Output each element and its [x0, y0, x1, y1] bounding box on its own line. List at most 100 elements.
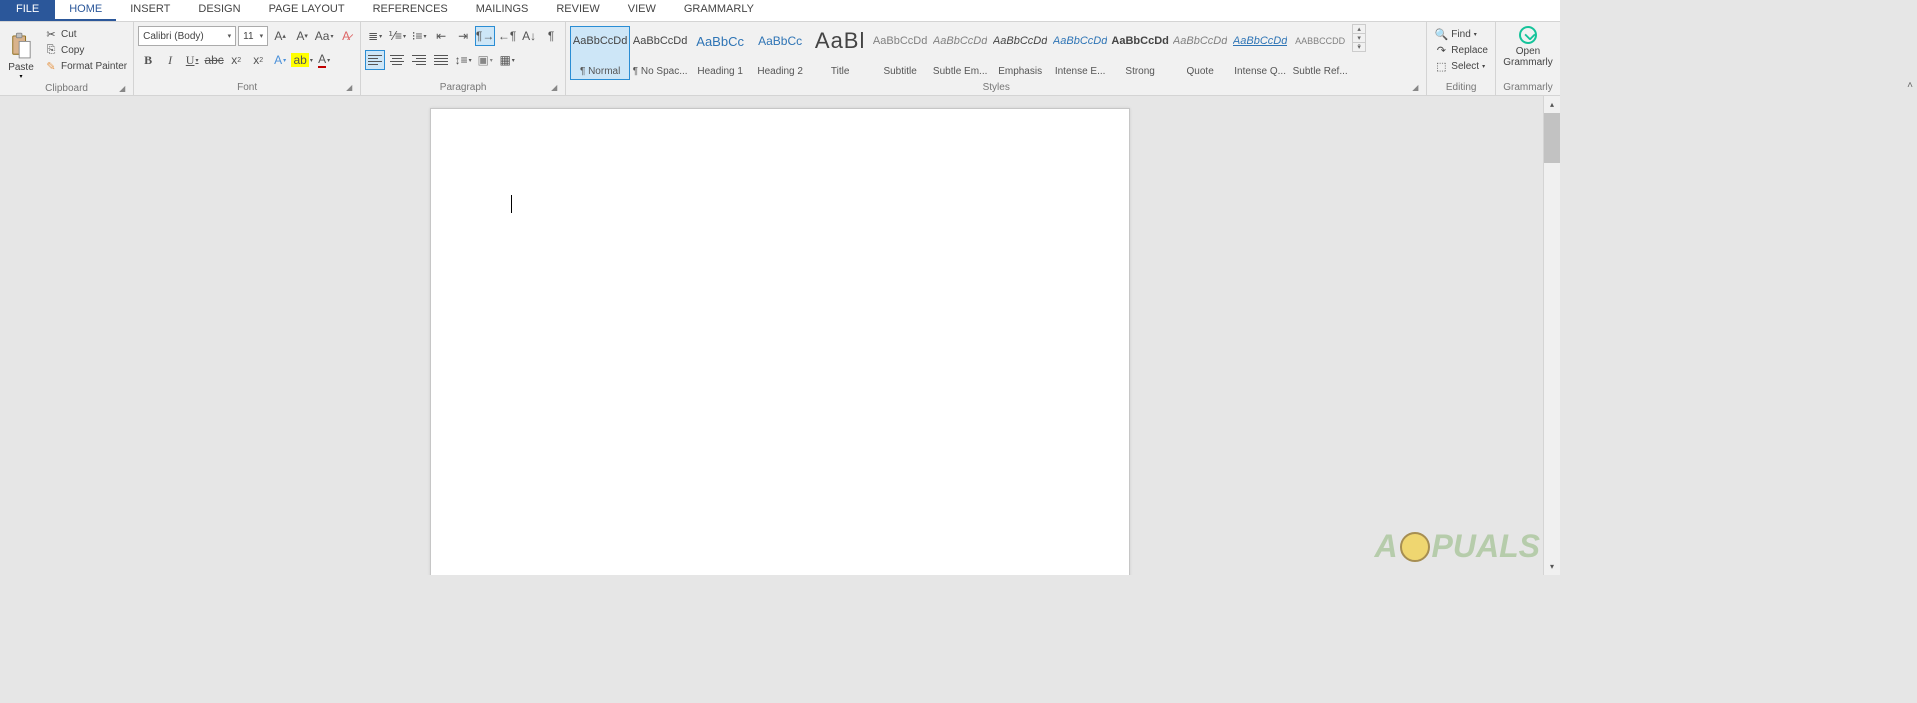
- italic-button[interactable]: I: [160, 50, 180, 70]
- style-name: Subtitle: [883, 66, 916, 77]
- line-spacing-button[interactable]: ↕≡▾: [453, 50, 473, 70]
- paragraph-launcher[interactable]: ◢: [549, 83, 559, 93]
- find-icon: 🔍: [1434, 27, 1448, 41]
- font-launcher[interactable]: ◢: [344, 83, 354, 93]
- text-effects-button[interactable]: A▾: [270, 50, 290, 70]
- increase-indent-button[interactable]: ⇥: [453, 26, 473, 46]
- select-icon: ⬚: [1434, 59, 1448, 73]
- paste-button[interactable]: Paste ▾: [4, 24, 38, 82]
- format-painter-button[interactable]: ✎Format Painter: [42, 58, 129, 74]
- tab-view[interactable]: VIEW: [614, 0, 670, 21]
- decrease-indent-button[interactable]: ⇤: [431, 26, 451, 46]
- watermark-logo: APUALS: [1374, 528, 1540, 565]
- scroll-down-button[interactable]: ▾: [1544, 558, 1560, 575]
- styles-scroll-up[interactable]: ▴: [1353, 25, 1365, 34]
- styles-expand[interactable]: ▾̄: [1353, 43, 1365, 51]
- align-right-button[interactable]: [409, 50, 429, 70]
- font-size-combo[interactable]: 11▾: [238, 26, 268, 46]
- tab-strip: FILE HOME INSERT DESIGN PAGE LAYOUT REFE…: [0, 0, 1560, 22]
- find-button[interactable]: 🔍Find▾: [1431, 26, 1491, 42]
- tab-grammarly[interactable]: GRAMMARLY: [670, 0, 768, 21]
- vertical-scrollbar: ▴ ▾: [1543, 96, 1560, 575]
- style-tile-intense-e-[interactable]: AaBbCcDdIntense E...: [1050, 26, 1110, 80]
- style-name: Subtle Ref...: [1293, 66, 1348, 77]
- rtl-text-direction-button[interactable]: ←¶: [497, 26, 517, 46]
- scroll-up-button[interactable]: ▴: [1544, 96, 1560, 113]
- cut-button[interactable]: ✂Cut: [42, 26, 129, 42]
- style-tile-subtle-ref-[interactable]: AABBCCDDSubtle Ref...: [1290, 26, 1350, 80]
- underline-button[interactable]: U▾: [182, 50, 202, 70]
- select-button[interactable]: ⬚Select▾: [1431, 58, 1491, 74]
- styles-scroll-down[interactable]: ▾: [1353, 34, 1365, 43]
- style-tile-heading-2[interactable]: AaBbCcHeading 2: [750, 26, 810, 80]
- tab-home[interactable]: HOME: [55, 0, 116, 21]
- style-tile-heading-1[interactable]: AaBbCcHeading 1: [690, 26, 750, 80]
- style-name: Intense E...: [1055, 66, 1106, 77]
- style-tile--no-spac-[interactable]: AaBbCcDd¶ No Spac...: [630, 26, 690, 80]
- style-name: ¶ No Spac...: [633, 66, 688, 77]
- grow-font-button[interactable]: A▴: [270, 26, 290, 46]
- tab-file[interactable]: FILE: [0, 0, 55, 21]
- align-left-button[interactable]: [365, 50, 385, 70]
- document-page[interactable]: [430, 108, 1130, 575]
- tab-review[interactable]: REVIEW: [542, 0, 613, 21]
- paste-icon: [10, 32, 32, 60]
- show-hide-button[interactable]: ¶: [541, 26, 561, 46]
- copy-icon: ⎘: [44, 43, 58, 57]
- shrink-font-button[interactable]: A▾: [292, 26, 312, 46]
- style-tile-subtitle[interactable]: AaBbCcDd Subtitle: [870, 26, 930, 80]
- tab-mailings[interactable]: MAILINGS: [462, 0, 543, 21]
- bullets-button[interactable]: ≣▾: [365, 26, 385, 46]
- open-grammarly-button[interactable]: Open Grammarly: [1500, 24, 1556, 68]
- clipboard-launcher[interactable]: ◢: [117, 84, 127, 94]
- borders-button[interactable]: ▦▾: [497, 50, 517, 70]
- numbering-button[interactable]: ⅟≡▾: [387, 26, 407, 46]
- style-name: Title: [831, 66, 850, 77]
- styles-scroll: ▴ ▾ ▾̄: [1352, 24, 1366, 52]
- scroll-thumb[interactable]: [1544, 113, 1560, 163]
- copy-button[interactable]: ⎘Copy: [42, 42, 129, 58]
- style-tile--normal[interactable]: AaBbCcDd¶ Normal: [570, 26, 630, 80]
- style-name: Heading 1: [697, 66, 743, 77]
- replace-button[interactable]: ↷Replace: [1431, 42, 1491, 58]
- style-name: Emphasis: [998, 66, 1042, 77]
- style-preview: AaBbCcDd: [993, 29, 1047, 53]
- style-tile-title[interactable]: AaBlTitle: [810, 26, 870, 80]
- style-tile-strong[interactable]: AaBbCcDdStrong: [1110, 26, 1170, 80]
- highlight-button[interactable]: ab▾: [292, 50, 312, 70]
- group-paragraph: ≣▾ ⅟≡▾ ⁝≡▾ ⇤ ⇥ ¶→ ←¶ A↓ ¶ ↕≡▾ ▣▾: [361, 22, 566, 95]
- font-color-button[interactable]: A▾: [314, 50, 334, 70]
- group-font: Calibri (Body)▾ 11▾ A▴ A▾ Aa▾ A̷ B I U▾ …: [134, 22, 361, 95]
- style-tile-emphasis[interactable]: AaBbCcDd Emphasis: [990, 26, 1050, 80]
- tab-design[interactable]: DESIGN: [184, 0, 254, 21]
- style-preview: AaBbCcDd: [873, 29, 927, 53]
- align-center-button[interactable]: [387, 50, 407, 70]
- superscript-button[interactable]: x2: [248, 50, 268, 70]
- group-grammarly: Open Grammarly Grammarly: [1496, 22, 1560, 95]
- style-tile-intense-q-[interactable]: AaBbCcDdIntense Q...: [1230, 26, 1290, 80]
- strikethrough-button[interactable]: abc: [204, 50, 224, 70]
- collapse-ribbon-button[interactable]: ˄: [1907, 80, 1913, 91]
- style-name: Subtle Em...: [933, 66, 987, 77]
- grammarly-label: Open Grammarly: [1503, 46, 1552, 68]
- grammarly-icon: [1519, 26, 1537, 44]
- styles-launcher[interactable]: ◢: [1410, 83, 1420, 93]
- bold-button[interactable]: B: [138, 50, 158, 70]
- font-name-combo[interactable]: Calibri (Body)▾: [138, 26, 236, 46]
- tab-insert[interactable]: INSERT: [116, 0, 184, 21]
- ltr-text-direction-button[interactable]: ¶→: [475, 26, 495, 46]
- multilevel-list-button[interactable]: ⁝≡▾: [409, 26, 429, 46]
- group-label-editing: Editing: [1431, 81, 1491, 95]
- style-tile-quote[interactable]: AaBbCcDdQuote: [1170, 26, 1230, 80]
- scissors-icon: ✂: [44, 27, 58, 41]
- tab-references[interactable]: REFERENCES: [359, 0, 462, 21]
- style-tile-subtle-em-[interactable]: AaBbCcDdSubtle Em...: [930, 26, 990, 80]
- justify-button[interactable]: [431, 50, 451, 70]
- subscript-button[interactable]: x2: [226, 50, 246, 70]
- style-name: Strong: [1125, 66, 1154, 77]
- tab-page-layout[interactable]: PAGE LAYOUT: [255, 0, 359, 21]
- clear-formatting-button[interactable]: A̷: [336, 26, 356, 46]
- sort-button[interactable]: A↓: [519, 26, 539, 46]
- change-case-button[interactable]: Aa▾: [314, 26, 334, 46]
- shading-button[interactable]: ▣▾: [475, 50, 495, 70]
